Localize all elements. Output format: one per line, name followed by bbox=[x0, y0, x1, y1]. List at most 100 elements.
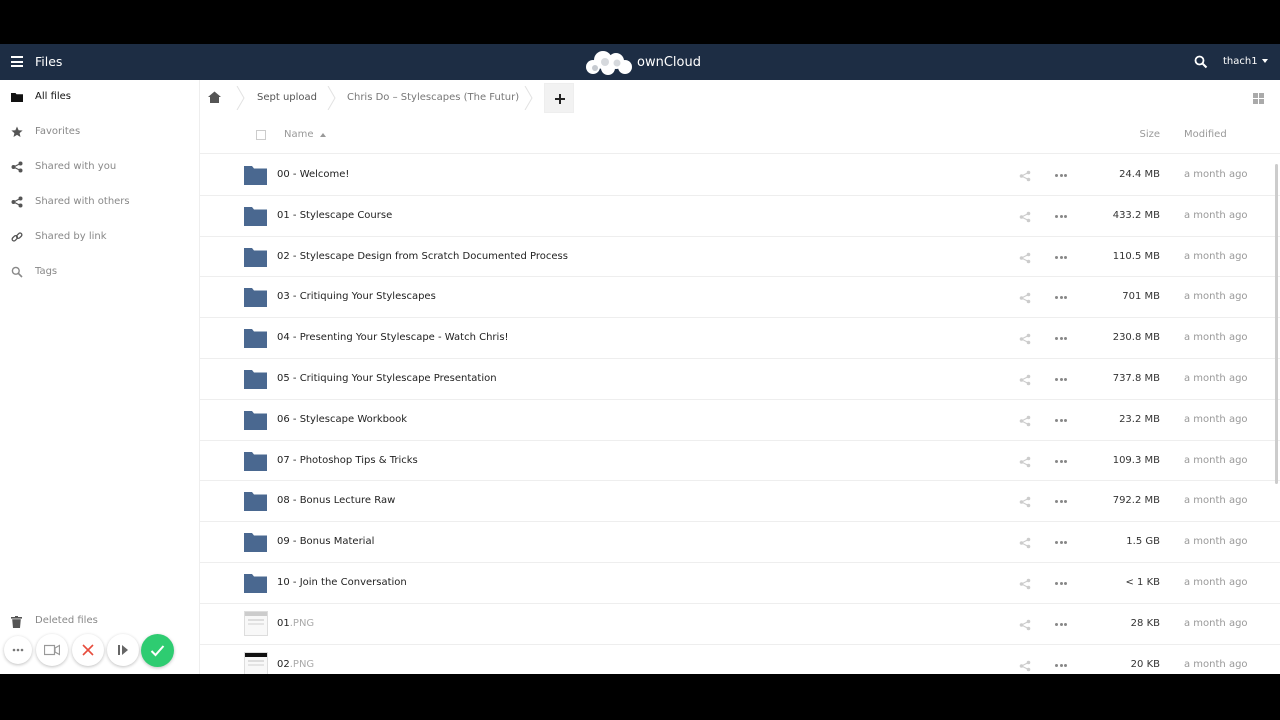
share-icon[interactable] bbox=[1019, 496, 1031, 508]
letterbox-top bbox=[0, 0, 1280, 44]
file-name[interactable]: 00 - Welcome! bbox=[277, 169, 349, 180]
share-icon[interactable] bbox=[1019, 456, 1031, 468]
share-icon[interactable] bbox=[1019, 170, 1031, 182]
file-modified: a month ago bbox=[1184, 169, 1248, 180]
cloud-logo-icon bbox=[586, 51, 632, 75]
sidebar-item-all-files[interactable]: All files bbox=[0, 80, 200, 114]
file-name[interactable]: 02 - Stylescape Design from Scratch Docu… bbox=[277, 251, 568, 262]
file-basename: 02 bbox=[277, 658, 290, 670]
file-row-folder[interactable]: 03 - Critiquing Your Stylescapes 701 MB a … bbox=[200, 277, 1280, 319]
new-file-button[interactable] bbox=[544, 83, 574, 113]
file-row-folder[interactable]: 07 - Photoshop Tips & Tricks 109.3 MB a mo… bbox=[200, 441, 1280, 482]
file-name[interactable]: 10 - Join the Conversation bbox=[277, 577, 407, 588]
file-name[interactable]: 08 - Bonus Lecture Raw bbox=[277, 495, 395, 506]
file-size: 701 MB bbox=[1122, 291, 1160, 303]
more-actions-icon[interactable] bbox=[1055, 541, 1067, 545]
user-menu[interactable]: thach1 bbox=[1223, 56, 1268, 67]
hamburger-menu-icon[interactable] bbox=[11, 56, 23, 67]
sidebar-item-label: Deleted files bbox=[35, 615, 98, 626]
sidebar-item-favorites[interactable]: Favorites bbox=[0, 115, 200, 149]
file-name[interactable]: 02.PNG bbox=[277, 659, 314, 670]
folder-icon bbox=[244, 410, 267, 430]
share-icon[interactable] bbox=[1019, 415, 1031, 427]
camera-toggle-button[interactable] bbox=[36, 634, 68, 666]
file-name[interactable]: 01.PNG bbox=[277, 618, 314, 629]
folder-icon bbox=[244, 369, 267, 389]
file-modified: a month ago bbox=[1184, 576, 1248, 588]
home-icon[interactable] bbox=[208, 91, 221, 103]
share-icon[interactable] bbox=[1019, 619, 1031, 631]
column-header-modified[interactable]: Modified bbox=[1184, 129, 1227, 140]
share-icon[interactable] bbox=[1019, 537, 1031, 549]
share-icon[interactable] bbox=[1019, 660, 1031, 672]
file-row-folder[interactable]: 02 - Stylescape Design from Scratch Docu… bbox=[200, 237, 1280, 278]
file-row-folder[interactable]: 01 - Stylescape Course 433.2 MB a month ag… bbox=[200, 196, 1280, 237]
more-actions-icon[interactable] bbox=[1055, 500, 1067, 504]
file-row-folder[interactable]: 05 - Critiquing Your Stylescape Presenta… bbox=[200, 359, 1280, 400]
more-actions-icon[interactable] bbox=[1055, 214, 1067, 219]
checkmark-icon bbox=[150, 645, 165, 657]
file-row-image[interactable]: 01.PNG 28 KB a month ago bbox=[200, 604, 1280, 645]
file-row-folder[interactable]: 06 - Stylescape Workbook 23.2 MB a month a… bbox=[200, 400, 1280, 441]
file-modified: a month ago bbox=[1184, 209, 1248, 221]
file-row-folder[interactable]: 09 - Bonus Material 1.5 GB a month ago bbox=[200, 522, 1280, 563]
more-actions-icon[interactable] bbox=[1055, 296, 1067, 300]
cancel-recording-button[interactable] bbox=[72, 634, 104, 666]
file-name[interactable]: 06 - Stylescape Workbook bbox=[277, 414, 407, 425]
more-actions-icon[interactable] bbox=[1055, 663, 1067, 668]
sidebar-item-tags[interactable]: Tags bbox=[0, 255, 200, 289]
column-header-name[interactable]: Name bbox=[284, 129, 314, 140]
share-icon[interactable] bbox=[1019, 578, 1031, 590]
folder-icon bbox=[244, 492, 267, 512]
file-name[interactable]: 01 - Stylescape Course bbox=[277, 210, 392, 221]
sidebar-item-shared-by-link[interactable]: Shared by link bbox=[0, 220, 200, 254]
file-size: 23.2 MB bbox=[1119, 413, 1160, 425]
more-actions-icon[interactable] bbox=[1055, 337, 1067, 341]
sidebar-item-shared-with-you[interactable]: Shared with you bbox=[0, 150, 200, 184]
more-actions-icon[interactable] bbox=[1055, 459, 1067, 464]
breadcrumb-item-current[interactable]: Chris Do – Stylescapes (The Futur) bbox=[347, 92, 519, 103]
app-title[interactable]: Files bbox=[35, 54, 62, 69]
file-name[interactable]: 07 - Photoshop Tips & Tricks bbox=[277, 455, 418, 466]
grid-view-icon[interactable] bbox=[1253, 93, 1264, 104]
column-header-size[interactable]: Size bbox=[1139, 129, 1160, 140]
more-actions-icon[interactable] bbox=[1055, 622, 1067, 627]
finish-recording-button[interactable] bbox=[141, 634, 174, 667]
file-row-folder[interactable]: 00 - Welcome! 24.4 MB a month ago bbox=[200, 155, 1280, 196]
search-icon bbox=[11, 266, 23, 278]
more-actions-icon[interactable] bbox=[1055, 418, 1067, 423]
sidebar-item-deleted-files[interactable]: Deleted files bbox=[0, 612, 200, 630]
file-name[interactable]: 09 - Bonus Material bbox=[277, 536, 374, 547]
file-row-folder[interactable]: 04 - Presenting Your Stylescape - Watch … bbox=[200, 318, 1280, 359]
more-options-button[interactable] bbox=[4, 636, 32, 664]
select-all-checkbox[interactable] bbox=[256, 130, 266, 140]
file-row-image[interactable]: 02.PNG 20 KB a month ago bbox=[200, 645, 1280, 674]
file-modified: a month ago bbox=[1184, 250, 1248, 262]
sidebar-item-label: Shared with you bbox=[35, 161, 117, 172]
file-name[interactable]: 05 - Critiquing Your Stylescape Presenta… bbox=[277, 373, 497, 384]
search-icon[interactable] bbox=[1194, 55, 1208, 69]
sidebar-item-shared-with-others[interactable]: Shared with others bbox=[0, 185, 200, 219]
owncloud-logo[interactable]: ownCloud bbox=[583, 48, 701, 76]
share-icon[interactable] bbox=[1019, 292, 1031, 304]
file-row-folder[interactable]: 08 - Bonus Lecture Raw 792.2 MB a month ag… bbox=[200, 481, 1280, 523]
file-row-folder[interactable]: 10 - Join the Conversation < 1 KB a month … bbox=[200, 563, 1280, 604]
share-icon[interactable] bbox=[1019, 374, 1031, 386]
file-name[interactable]: 04 - Presenting Your Stylescape - Watch … bbox=[277, 332, 509, 343]
share-icon[interactable] bbox=[1019, 252, 1031, 264]
file-basename: 01 bbox=[277, 617, 290, 629]
more-actions-icon[interactable] bbox=[1055, 174, 1067, 178]
more-actions-icon[interactable] bbox=[1055, 255, 1067, 260]
more-actions-icon[interactable] bbox=[1055, 377, 1067, 382]
pause-recording-button[interactable] bbox=[107, 634, 139, 666]
share-icon[interactable] bbox=[1019, 333, 1031, 345]
breadcrumb-item[interactable]: Sept upload bbox=[257, 92, 317, 103]
image-thumbnail bbox=[244, 651, 268, 674]
file-basename: 07 - Photoshop Tips & Tricks bbox=[277, 454, 418, 466]
more-actions-icon[interactable] bbox=[1055, 581, 1067, 586]
file-name[interactable]: 03 - Critiquing Your Stylescapes bbox=[277, 291, 436, 302]
share-icon[interactable] bbox=[1019, 211, 1031, 223]
sort-ascending-icon bbox=[320, 133, 326, 137]
camera-icon bbox=[44, 644, 60, 656]
scrollbar[interactable] bbox=[1275, 164, 1278, 484]
